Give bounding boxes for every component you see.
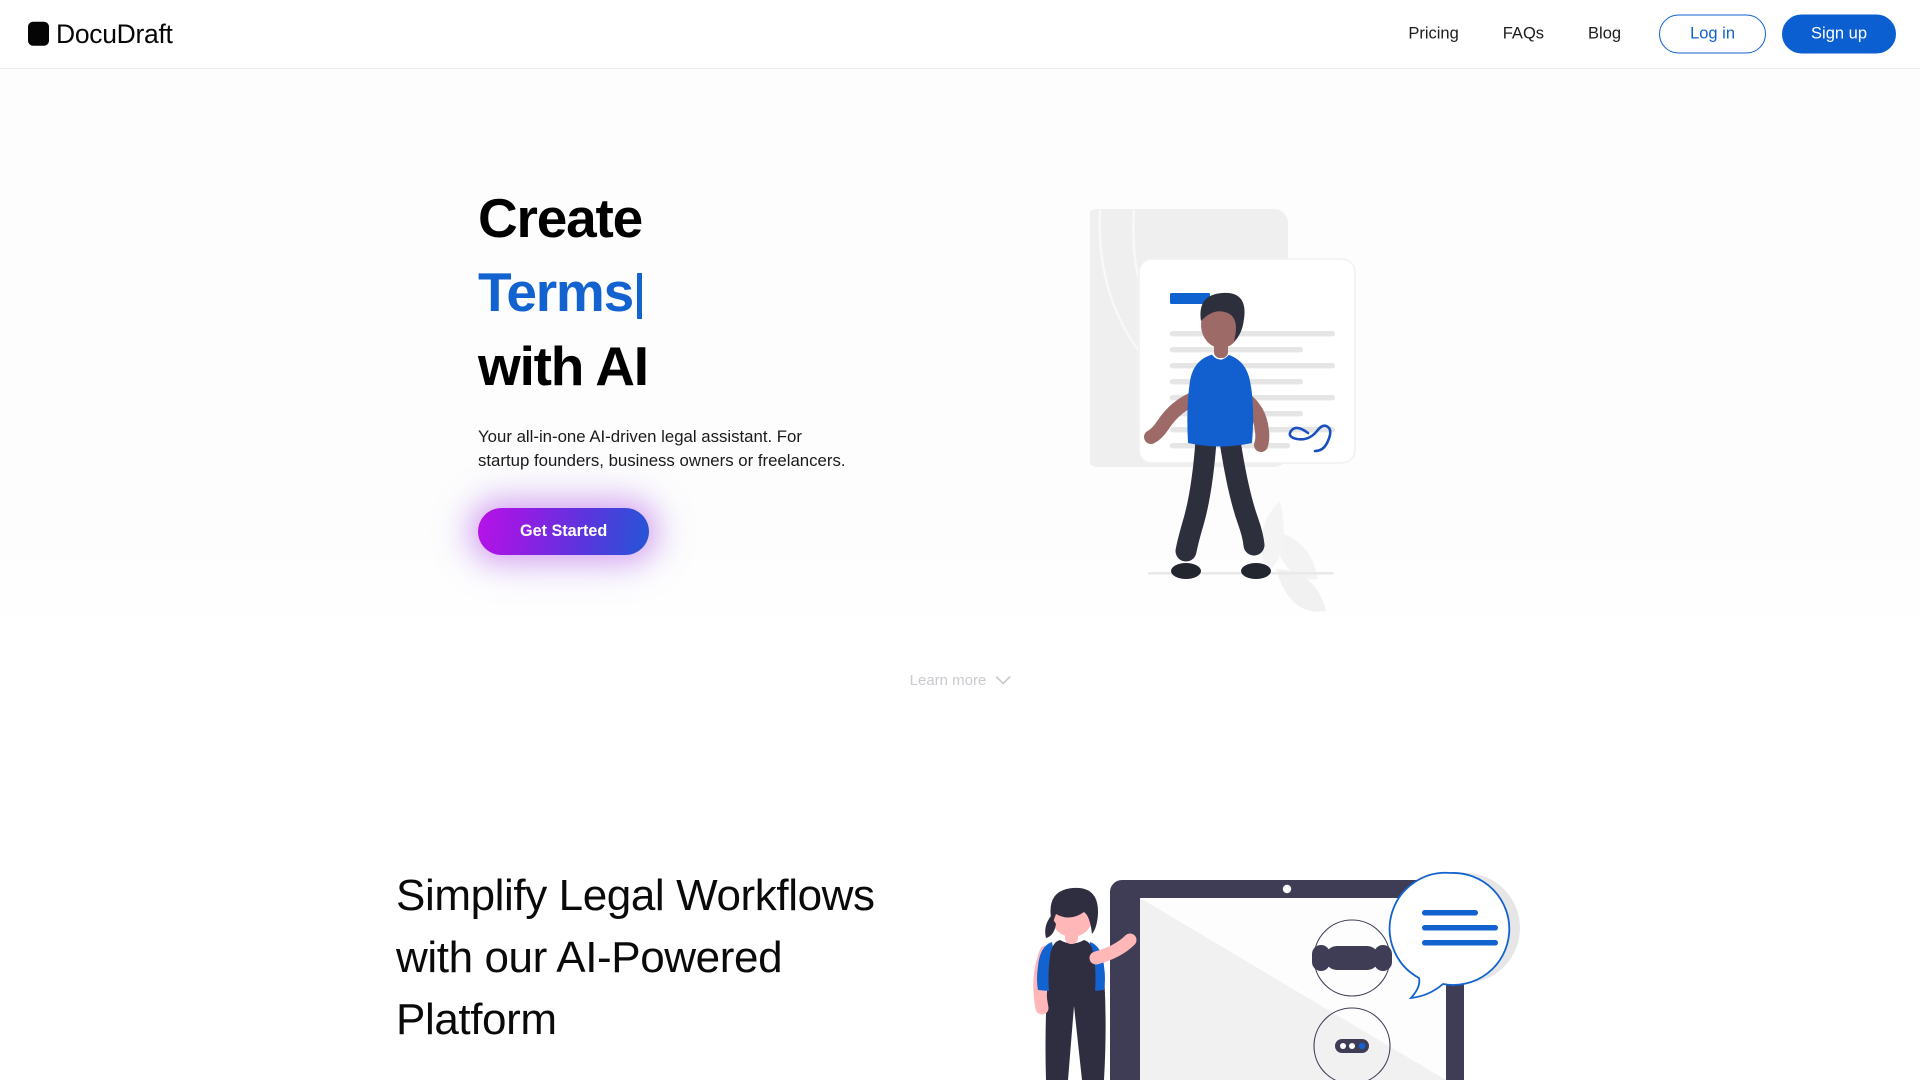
hero-illustration xyxy=(1084,201,1410,655)
login-button[interactable]: Log in xyxy=(1659,14,1767,54)
nav-item-blog[interactable]: Blog xyxy=(1588,17,1621,52)
hero-title: Create Terms with AI xyxy=(478,181,898,403)
hero-title-line-1: Create xyxy=(478,187,643,249)
chevron-down-icon xyxy=(995,672,1011,689)
get-started-button[interactable]: Get Started xyxy=(478,508,650,555)
signup-button[interactable]: Sign up xyxy=(1782,14,1896,54)
features-section: Simplify Legal Workflows with our AI-Pow… xyxy=(0,800,1920,1080)
brand-name: DocuDraft xyxy=(56,18,173,49)
primary-navigation: Pricing FAQs Blog Log in Sign up xyxy=(1408,14,1896,54)
hero-title-animated-word: Terms xyxy=(478,261,634,323)
features-heading: Simplify Legal Workflows with our AI-Pow… xyxy=(396,871,875,1044)
learn-more-label: Learn more xyxy=(909,672,987,689)
hero-copy: Create Terms with AI Your all-in-one AI-… xyxy=(478,181,898,555)
hero-fade-overlay xyxy=(0,535,1920,655)
brand-logo[interactable]: DocuDraft xyxy=(28,21,173,48)
site-header: DocuDraft Pricing FAQs Blog Log in Sign … xyxy=(0,0,1920,69)
typing-caret-icon xyxy=(637,273,642,319)
nav-item-pricing[interactable]: Pricing xyxy=(1408,17,1458,52)
hero-title-line-3: with AI xyxy=(478,335,649,397)
hero-subtitle: Your all-in-one AI-driven legal assistan… xyxy=(478,427,846,470)
hero-section: Create Terms with AI Your all-in-one AI-… xyxy=(0,69,1920,655)
landing-page: DocuDraft Pricing FAQs Blog Log in Sign … xyxy=(0,0,1920,1080)
features-illustration xyxy=(1010,830,1570,1080)
nav-item-faqs[interactable]: FAQs xyxy=(1503,17,1544,52)
square-logo-icon xyxy=(28,22,49,46)
learn-more-link[interactable]: Learn more xyxy=(910,672,1011,689)
